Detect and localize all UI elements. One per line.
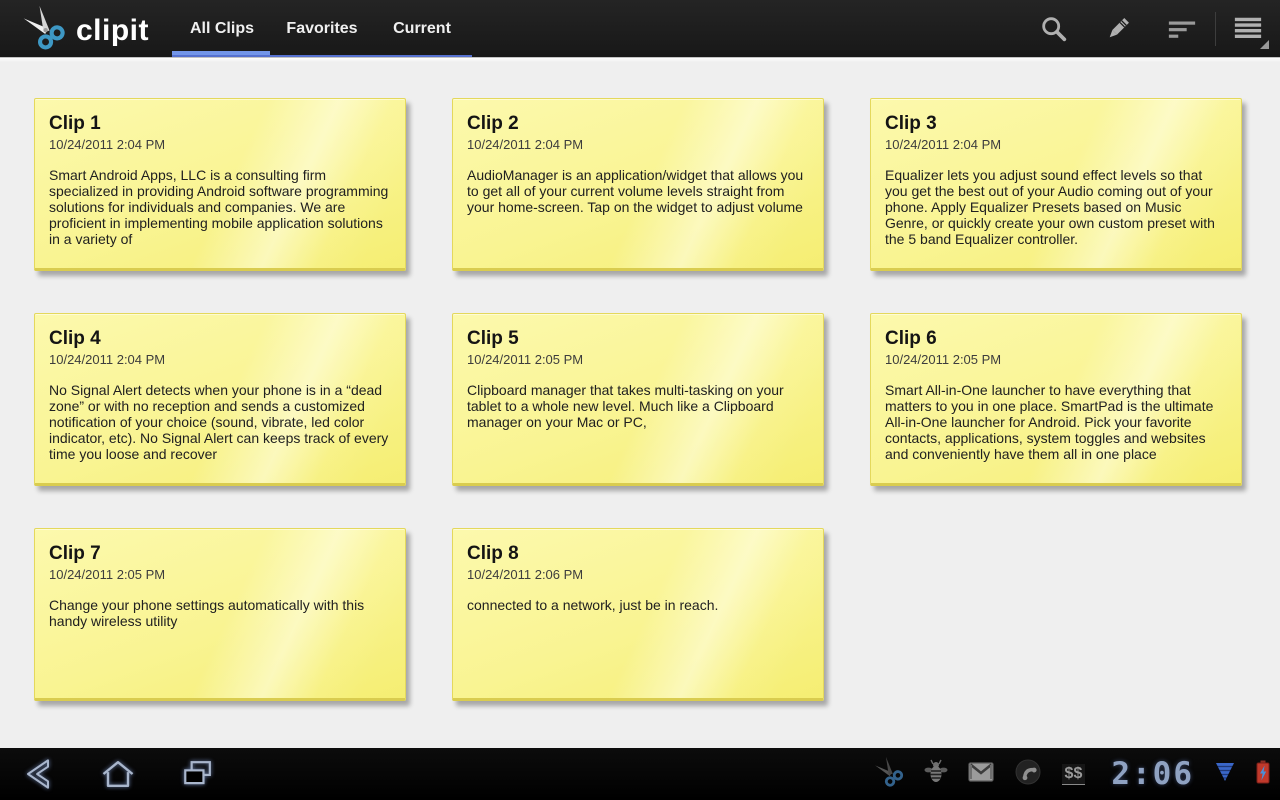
sort-icon[interactable] xyxy=(1166,11,1198,47)
clip-body-text: Change your phone settings automatically… xyxy=(49,597,365,629)
clip-note-card[interactable]: Clip 8 10/24/2011 2:06 PM connected to a… xyxy=(452,528,824,701)
tab-bar: All Clips Favorites Current xyxy=(172,0,472,57)
overflow-menu-icon[interactable] xyxy=(1232,11,1269,49)
clip-note-card[interactable]: Clip 1 10/24/2011 2:04 PM Smart Android … xyxy=(34,98,406,271)
nav-buttons xyxy=(0,754,258,794)
clip-body-text: Equalizer lets you adjust sound effect l… xyxy=(885,167,1215,247)
clip-title: Clip 5 xyxy=(467,328,519,349)
signal-strength-icon xyxy=(1214,761,1236,788)
clip-note-card[interactable]: Clip 2 10/24/2011 2:04 PM AudioManager i… xyxy=(452,98,824,271)
dollar-notification-icon: $$ xyxy=(1061,763,1086,785)
clips-grid: Clip 1 10/24/2011 2:04 PM Smart Android … xyxy=(0,58,1276,741)
clip-note-card[interactable]: Clip 7 10/24/2011 2:05 PM Change your ph… xyxy=(34,528,406,701)
tab-favorites[interactable]: Favorites xyxy=(272,0,372,57)
clip-note-card[interactable]: Clip 6 10/24/2011 2:05 PM Smart All-in-O… xyxy=(870,313,1242,486)
screen: clipit All Clips Favorites Current Clip … xyxy=(0,0,1280,800)
clip-body-text: connected to a network, just be in reach… xyxy=(467,597,719,613)
clip-title: Clip 4 xyxy=(49,328,101,349)
clip-body-text: No Signal Alert detects when your phone … xyxy=(49,382,389,462)
clip-title: Clip 3 xyxy=(885,113,937,134)
clip-title: Clip 8 xyxy=(467,543,519,564)
clip-timestamp: 10/24/2011 2:05 PM xyxy=(49,567,166,582)
clip-note-card[interactable]: Clip 5 10/24/2011 2:05 PM Clipboard mana… xyxy=(452,313,824,486)
clips-panel: Clip 1 10/24/2011 2:04 PM Smart Android … xyxy=(0,57,1280,748)
clip-timestamp: 10/24/2011 2:04 PM xyxy=(49,137,166,152)
scissors-logo-icon xyxy=(22,5,66,56)
gmail-notification-icon xyxy=(967,761,994,787)
status-clock: 2:06 xyxy=(1111,756,1194,792)
search-icon[interactable] xyxy=(1038,11,1070,47)
bee-notification-icon xyxy=(924,759,948,790)
action-bar-divider xyxy=(1215,11,1216,46)
clip-note-card[interactable]: Clip 3 10/24/2011 2:04 PM Equalizer lets… xyxy=(870,98,1242,271)
clip-timestamp: 10/24/2011 2:05 PM xyxy=(885,352,1002,367)
clip-title: Clip 6 xyxy=(885,328,937,349)
menu-corner-triangle xyxy=(1260,39,1269,49)
clip-timestamp: 10/24/2011 2:04 PM xyxy=(467,137,584,152)
tab-all-clips[interactable]: All Clips xyxy=(172,0,272,57)
action-bar: clipit All Clips Favorites Current xyxy=(0,0,1280,57)
clip-body-text: Smart Android Apps, LLC is a consulting … xyxy=(49,167,389,247)
clip-timestamp: 10/24/2011 2:04 PM xyxy=(49,352,166,367)
clip-title: Clip 1 xyxy=(49,113,101,134)
system-bar: $$ 2:06 xyxy=(0,748,1280,800)
edit-pencil-icon[interactable] xyxy=(1102,11,1134,47)
clipit-notification-icon xyxy=(874,756,904,793)
clip-body-text: Clipboard manager that takes multi-taski… xyxy=(467,382,784,430)
status-tray[interactable]: $$ 2:06 xyxy=(874,748,1270,800)
clip-body-text: Smart All-in-One launcher to have everyt… xyxy=(885,382,1214,462)
battery-charging-icon xyxy=(1256,760,1270,789)
clip-body-text: AudioManager is an application/widget th… xyxy=(467,167,804,215)
clip-timestamp: 10/24/2011 2:06 PM xyxy=(467,567,584,582)
clip-timestamp: 10/24/2011 2:04 PM xyxy=(885,137,1002,152)
home-button[interactable] xyxy=(98,754,138,794)
phone-notification-icon xyxy=(1014,758,1042,791)
action-bar-icons xyxy=(1006,0,1272,57)
app-logo: clipit xyxy=(22,5,149,56)
app-title: clipit xyxy=(76,13,150,47)
clip-note-card[interactable]: Clip 4 10/24/2011 2:04 PM No Signal Aler… xyxy=(34,313,406,486)
clip-title: Clip 2 xyxy=(467,113,519,134)
clip-timestamp: 10/24/2011 2:05 PM xyxy=(467,352,584,367)
clip-title: Clip 7 xyxy=(49,543,101,564)
tab-current[interactable]: Current xyxy=(372,0,472,57)
recent-apps-button[interactable] xyxy=(178,754,218,794)
back-button[interactable] xyxy=(18,754,58,794)
